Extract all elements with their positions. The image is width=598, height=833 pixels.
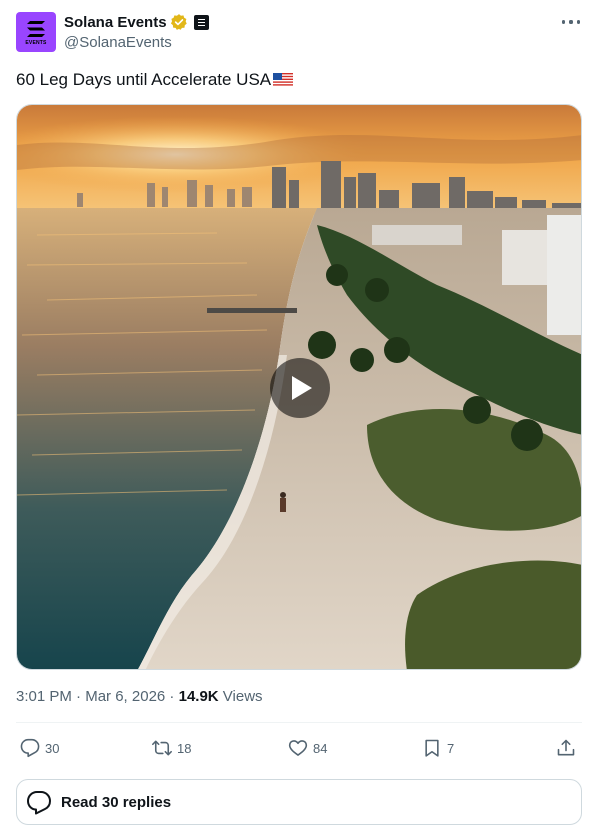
display-name[interactable]: Solana Events: [64, 14, 167, 31]
solana-logo-icon: [27, 21, 45, 37]
action-bar: 30 18 84 7: [16, 734, 582, 762]
bookmark-icon: [425, 739, 439, 757]
tweet-meta: 3:01 PM · Mar 6, 2026 · 14.9K Views: [16, 688, 263, 705]
heart-icon: [288, 740, 308, 756]
handle[interactable]: @SolanaEvents: [64, 34, 172, 51]
tweet-date[interactable]: Mar 6, 2026: [85, 688, 165, 705]
share-icon: [557, 739, 575, 756]
share-button[interactable]: [556, 734, 581, 762]
like-count: 84: [313, 740, 328, 756]
read-replies-button[interactable]: Read 30 replies: [16, 779, 582, 825]
meta-separator: ·: [71, 688, 86, 705]
divider: [16, 722, 582, 723]
us-flag-icon: [273, 73, 294, 87]
reply-count: 30: [45, 740, 60, 756]
views-count[interactable]: 14.9K: [179, 688, 219, 705]
meta-separator: ·: [165, 688, 179, 705]
reply-button[interactable]: 30: [20, 734, 59, 762]
like-button[interactable]: 84: [288, 734, 327, 762]
views-label: Views: [218, 688, 263, 705]
tweet-text-content: 60 Leg Days until Accelerate USA: [16, 70, 272, 89]
media-video[interactable]: [16, 104, 582, 670]
repost-icon: [152, 740, 172, 756]
reply-icon: [20, 738, 40, 758]
reply-bubble-icon: [27, 791, 51, 815]
avatar[interactable]: EVENTS: [16, 12, 56, 52]
avatar-text: EVENTS: [25, 40, 47, 46]
repost-count: 18: [177, 740, 192, 756]
tweet-time[interactable]: 3:01 PM: [16, 688, 72, 705]
tweet-text: 60 Leg Days until Accelerate USA: [16, 70, 294, 90]
bookmark-button[interactable]: 7: [422, 734, 454, 762]
bookmark-count: 7: [447, 740, 455, 756]
tweet-header: EVENTS Solana Events @SolanaEvents: [16, 12, 582, 56]
more-options-icon[interactable]: [562, 16, 580, 28]
play-button[interactable]: [270, 358, 330, 418]
verified-badge-icon[interactable]: [170, 13, 188, 31]
play-icon: [292, 376, 312, 400]
read-replies-label: Read 30 replies: [61, 793, 172, 811]
affiliate-badge-icon[interactable]: [193, 14, 209, 30]
repost-button[interactable]: 18: [152, 734, 191, 762]
